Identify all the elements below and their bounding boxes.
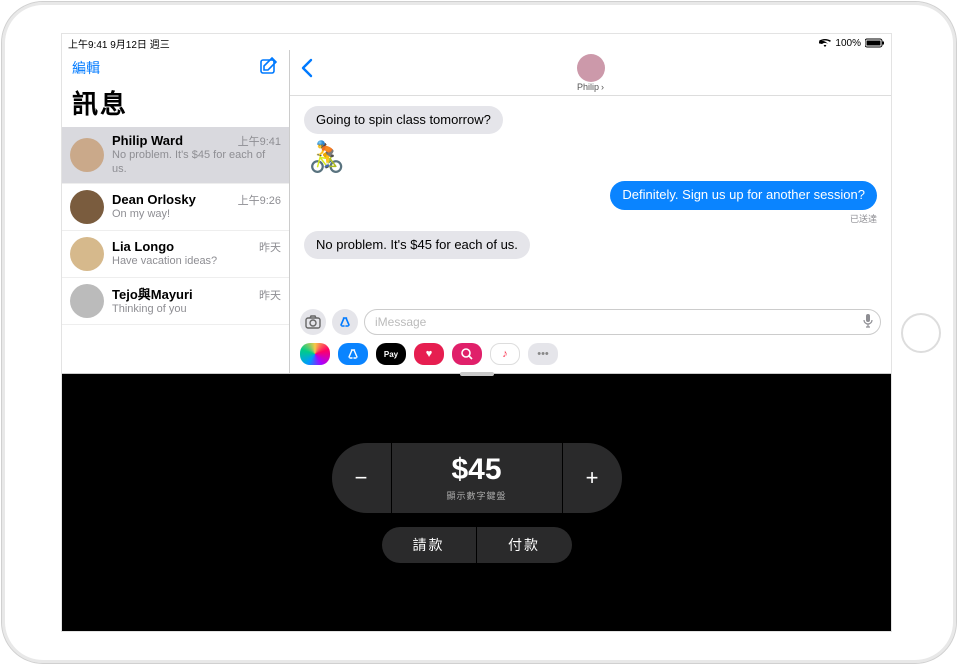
message-outgoing[interactable]: Definitely. Sign us up for another sessi…	[610, 181, 877, 209]
avatar	[70, 138, 104, 172]
more-apps-button[interactable]: •••	[528, 343, 558, 365]
appstore-app-icon[interactable]	[338, 343, 368, 365]
conversation-name: Dean Orlosky	[112, 192, 196, 207]
request-button[interactable]: 請款	[382, 527, 477, 563]
screen: 上午9:41 9月12日 週三 100% 編輯	[61, 33, 892, 632]
sidebar-title: 訊息	[62, 80, 289, 127]
applepay-app-icon[interactable]: Pay	[376, 343, 406, 365]
keypad-hint: 顯示數字鍵盤	[446, 489, 506, 502]
pay-action-row: 請款 付款	[382, 527, 572, 563]
conversation-preview: On my way!	[112, 208, 281, 222]
app-strip: Pay ♥ ♪ •••	[290, 339, 891, 373]
conversation-name: Lia Longo	[112, 239, 174, 254]
status-bar: 上午9:41 9月12日 週三 100%	[62, 34, 891, 50]
message-input[interactable]: iMessage	[364, 309, 881, 335]
home-button[interactable]	[901, 313, 941, 353]
amount-value: $45	[451, 453, 501, 487]
chat-header: Philip ›	[290, 50, 891, 96]
contact-avatar	[577, 54, 605, 82]
music-app-icon[interactable]: ♪	[490, 343, 520, 365]
conversation-sidebar: 編輯 訊息 Philip Ward 上午9:41 N	[62, 50, 290, 373]
avatar	[70, 190, 104, 224]
avatar	[70, 237, 104, 271]
conversation-row[interactable]: Philip Ward 上午9:41 No problem. It's $45 …	[62, 127, 289, 184]
conversation-list[interactable]: Philip Ward 上午9:41 No problem. It's $45 …	[62, 127, 289, 373]
message-placeholder: iMessage	[375, 315, 426, 329]
battery-icon	[865, 38, 885, 48]
conversation-time: 昨天	[259, 287, 281, 303]
message-incoming[interactable]: Going to spin class tomorrow?	[304, 106, 503, 134]
increase-amount-button[interactable]: +	[562, 443, 622, 513]
images-app-icon[interactable]	[452, 343, 482, 365]
message-input-row: iMessage	[290, 305, 891, 339]
conversation-row[interactable]: Dean Orlosky 上午9:26 On my way!	[62, 184, 289, 231]
mic-icon[interactable]	[862, 313, 874, 332]
app-store-button[interactable]	[332, 309, 358, 335]
battery-percent: 100%	[835, 38, 861, 49]
contact-name: Philip	[577, 83, 599, 92]
amount-display[interactable]: $45 顯示數字鍵盤	[392, 443, 562, 513]
ipad-frame: 上午9:41 9月12日 週三 100% 編輯	[1, 1, 957, 664]
message-emoji[interactable]: 🚴	[308, 140, 345, 175]
conversation-preview: Thinking of you	[112, 303, 281, 317]
conversation-time: 上午9:41	[238, 133, 281, 149]
conversation-row[interactable]: Tejo與Mayuri 昨天 Thinking of you	[62, 278, 289, 325]
chat-body[interactable]: Going to spin class tomorrow? 🚴 Definite…	[290, 96, 891, 305]
delivered-status: 已送達	[850, 212, 877, 225]
chevron-right-icon: ›	[601, 83, 604, 92]
chat-pane: Philip › Going to spin class tomorrow? 🚴…	[290, 50, 891, 373]
conversation-name: Tejo與Mayuri	[112, 284, 193, 303]
status-time-date: 上午9:41 9月12日 週三	[68, 36, 170, 51]
conversation-time: 上午9:26	[238, 192, 281, 208]
contact-button[interactable]: Philip ›	[577, 54, 605, 92]
app-drawer-handle[interactable]	[460, 372, 494, 376]
wifi-icon	[819, 38, 831, 48]
compose-button[interactable]	[259, 56, 279, 81]
edit-button[interactable]: 編輯	[72, 58, 100, 78]
conversation-row[interactable]: Lia Longo 昨天 Have vacation ideas?	[62, 231, 289, 278]
conversation-preview: No problem. It's $45 for each of us.	[112, 149, 281, 177]
conversation-name: Philip Ward	[112, 133, 183, 148]
conversation-preview: Have vacation ideas?	[112, 255, 281, 269]
applepay-panel: − $45 顯示數字鍵盤 + 請款 付款	[62, 374, 891, 631]
message-incoming[interactable]: No problem. It's $45 for each of us.	[304, 231, 530, 259]
camera-button[interactable]	[300, 309, 326, 335]
back-button[interactable]	[300, 58, 314, 83]
digitaltouch-app-icon[interactable]: ♥	[414, 343, 444, 365]
amount-row: − $45 顯示數字鍵盤 +	[332, 443, 622, 513]
pay-button[interactable]: 付款	[477, 527, 572, 563]
decrease-amount-button[interactable]: −	[332, 443, 392, 513]
conversation-time: 昨天	[259, 239, 281, 255]
avatar	[70, 284, 104, 318]
photos-app-icon[interactable]	[300, 343, 330, 365]
